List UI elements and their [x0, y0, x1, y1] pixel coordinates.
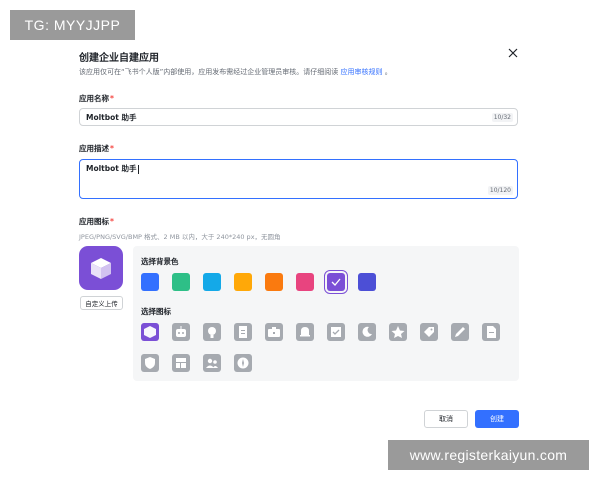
icon-option[interactable] — [420, 323, 438, 341]
icon-option[interactable] — [172, 323, 190, 341]
star-icon — [391, 326, 405, 338]
app-name-counter: 10/32 — [491, 113, 513, 122]
briefcase-icon — [268, 327, 280, 337]
required-mark: * — [110, 217, 114, 226]
icon-option[interactable] — [234, 354, 252, 372]
color-swatch[interactable] — [358, 273, 376, 291]
app-icon-label: 应用图标* — [79, 216, 114, 227]
app-desc-label-text: 应用描述 — [79, 144, 109, 153]
close-icon[interactable] — [506, 46, 520, 60]
moon-icon — [362, 326, 372, 337]
tag-icon — [424, 327, 434, 337]
custom-upload-button[interactable]: 自定义上传 — [80, 296, 123, 310]
icon-option[interactable] — [451, 323, 469, 341]
icon-select-title: 选择图标 — [141, 307, 171, 316]
text-caret — [137, 164, 139, 174]
color-swatch[interactable] — [234, 273, 252, 291]
lightbulb-icon — [208, 327, 216, 338]
app-icon-label-text: 应用图标 — [79, 217, 109, 226]
icon-option[interactable] — [389, 323, 407, 341]
icon-option[interactable] — [265, 323, 283, 341]
app-desc-value: Moltbot 助手 — [86, 164, 137, 173]
watermark-bottom-right: www.registerkaiyun.com — [388, 440, 589, 470]
checklist-icon — [331, 327, 341, 337]
icon-option[interactable] — [327, 323, 345, 341]
document-icon — [239, 326, 247, 338]
icon-option[interactable] — [358, 323, 376, 341]
dialog-title: 创建企业自建应用 — [79, 53, 159, 64]
icon-style-panel — [133, 246, 519, 381]
app-name-value: Moltbot 助手 — [86, 112, 137, 122]
app-name-label-text: 应用名称 — [79, 94, 109, 103]
required-mark: * — [110, 94, 114, 103]
icon-option[interactable] — [234, 323, 252, 341]
cube-icon — [144, 326, 156, 338]
cancel-button[interactable]: 取消 — [424, 410, 468, 428]
layout-icon — [176, 358, 186, 368]
create-button[interactable]: 创建 — [475, 410, 519, 428]
color-swatch[interactable] — [203, 273, 221, 291]
icon-option[interactable] — [203, 323, 221, 341]
dialog-description: 该应用仅可在“飞书个人版”内部使用，应用发布需经过企业管理员审核。请仔细阅读 应… — [79, 67, 392, 77]
color-swatch[interactable] — [324, 270, 348, 294]
robot-icon — [176, 326, 186, 337]
color-swatch[interactable] — [141, 273, 159, 291]
users-icon — [206, 358, 218, 368]
review-rules-link[interactable]: 应用审核规则 — [341, 68, 383, 76]
app-desc-textarea[interactable]: Moltbot 助手 10/120 — [79, 159, 518, 199]
icon-option[interactable] — [203, 354, 221, 372]
color-swatch[interactable] — [265, 273, 283, 291]
app-desc-counter: 10/120 — [487, 186, 513, 195]
app-icon-preview — [79, 246, 123, 290]
app-icon-hint: JPEG/PNG/SVG/BMP 格式、2 MB 以内，大于 240*240 p… — [79, 233, 281, 241]
compass-icon — [237, 357, 249, 369]
color-swatch[interactable] — [172, 273, 190, 291]
icon-option[interactable] — [172, 354, 190, 372]
icon-option[interactable] — [482, 323, 500, 341]
color-swatch[interactable] — [296, 273, 314, 291]
cube-icon — [91, 258, 111, 279]
watermark-top-left: TG: MYYJJPP — [10, 10, 135, 40]
file-icon — [487, 326, 496, 338]
background-color-title: 选择背景色 — [141, 257, 179, 266]
app-name-input[interactable]: Moltbot 助手 10/32 — [79, 108, 518, 126]
check-icon — [327, 273, 345, 291]
bell-icon — [300, 327, 310, 337]
icon-option[interactable] — [141, 323, 159, 341]
icon-option[interactable] — [296, 323, 314, 341]
required-mark: * — [110, 144, 114, 153]
description-text: 该应用仅可在“飞书个人版”内部使用，应用发布需经过企业管理员审核。请仔细阅读 — [79, 68, 339, 76]
app-name-label: 应用名称* — [79, 93, 114, 104]
pen-icon — [455, 327, 465, 337]
app-desc-label: 应用描述* — [79, 143, 114, 154]
shield-icon — [145, 357, 155, 369]
icon-option[interactable] — [141, 354, 159, 372]
description-end: 。 — [384, 68, 392, 76]
